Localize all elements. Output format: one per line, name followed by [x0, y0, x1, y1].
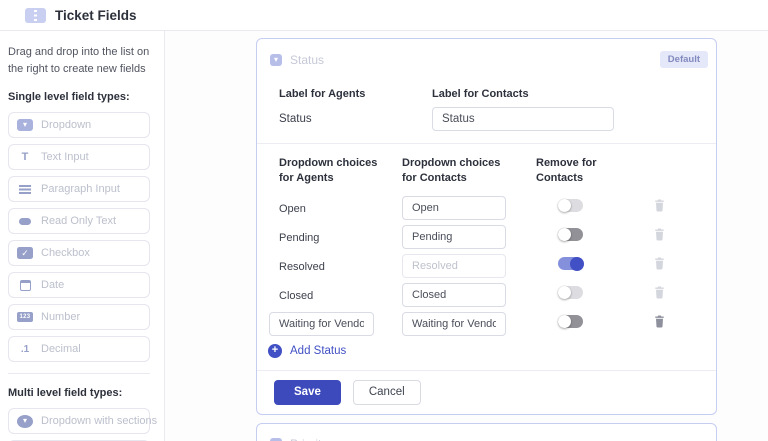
remove-toggle[interactable]	[558, 256, 584, 271]
checkbox-icon	[17, 247, 33, 259]
label-for-agents-heading: Label for Agents	[279, 88, 366, 100]
field-type-label: Dropdown	[41, 119, 92, 131]
priority-field-card: Priority	[256, 422, 717, 441]
single-level-list: Dropdown Text Input Paragraph Input Read…	[8, 112, 150, 362]
dropdown-icon	[17, 119, 33, 131]
plus-icon	[268, 343, 282, 358]
field-type-item[interactable]: Text Input	[8, 144, 150, 170]
agent-choice-label: Open	[279, 203, 306, 216]
add-status-button[interactable]: Add Status	[268, 343, 694, 358]
remove-column-header: Remove for Contacts	[536, 157, 597, 184]
field-type-item[interactable]: Dropdown	[8, 112, 150, 138]
remove-toggle[interactable]	[558, 228, 583, 242]
contact-choice-input[interactable]	[402, 312, 506, 337]
save-button[interactable]: Save	[274, 379, 341, 405]
card-footer: Save Cancel	[257, 369, 716, 414]
remove-toggle[interactable]	[558, 199, 583, 213]
dropdown-sections-icon	[17, 414, 33, 428]
choices-column-headers: Dropdown choices for Agents Dropdown cho…	[279, 156, 694, 186]
drag-drop-hint: Drag and drop into the list on the right…	[8, 46, 150, 75]
field-type-item[interactable]: Paragraph Input	[8, 176, 150, 202]
field-type-label: Number	[41, 311, 81, 323]
field-type-item[interactable]: Dropdown with sections	[8, 408, 172, 434]
field-type-label: Date	[41, 279, 65, 291]
single-level-heading: Single level field types:	[8, 91, 130, 103]
remove-toggle[interactable]	[558, 286, 583, 300]
contact-choice-input[interactable]	[402, 283, 506, 308]
status-field-card: Status Default Label for Agents Status L…	[256, 38, 717, 415]
trash-icon[interactable]	[654, 199, 665, 212]
status-choice-row	[269, 310, 694, 339]
field-type-item[interactable]: Decimal	[8, 336, 150, 362]
text-input-icon	[17, 150, 33, 164]
field-type-label: Text Input	[41, 151, 89, 163]
status-choice-row: Pending	[279, 223, 694, 252]
label-for-contacts-heading: Label for Contacts	[432, 88, 529, 100]
field-type-item[interactable]: Checkbox	[8, 240, 150, 266]
agent-choice-input[interactable]	[269, 312, 374, 337]
read-only-icon	[17, 214, 33, 228]
status-card-header[interactable]: Status Default	[257, 39, 716, 68]
agent-choice-label: Resolved	[279, 261, 325, 274]
cancel-button[interactable]: Cancel	[352, 379, 421, 405]
field-type-label: Read Only Text	[41, 215, 117, 227]
dropdown-field-icon	[270, 53, 282, 66]
agent-label-value: Status	[279, 113, 312, 125]
calendar-icon	[17, 278, 33, 292]
label-section: Label for Agents Status Label for Contac…	[257, 68, 716, 143]
default-badge: Default	[659, 51, 708, 68]
contact-choice-input[interactable]	[402, 225, 506, 250]
priority-card-header[interactable]: Priority	[257, 424, 716, 441]
trash-icon[interactable]	[654, 286, 665, 299]
page-header: Ticket Fields	[0, 0, 768, 31]
ticket-icon	[25, 7, 46, 23]
field-type-item[interactable]: Date	[8, 272, 150, 298]
add-status-label: Add Status	[290, 344, 347, 357]
status-choice-row: Closed	[279, 281, 694, 310]
label-for-contacts-input[interactable]	[432, 107, 614, 131]
field-type-item[interactable]: Number	[8, 304, 150, 330]
contact-choice-input[interactable]	[402, 196, 506, 221]
choices-section: Dropdown choices for Agents Dropdown cho…	[257, 144, 716, 358]
agent-choice-label: Pending	[279, 232, 320, 245]
number-icon	[17, 312, 33, 322]
agents-column-header: Dropdown choices for Agents	[279, 157, 378, 184]
choices-list: Open Pending Resolved	[269, 194, 694, 339]
contacts-column-header: Dropdown choices for Contacts	[402, 157, 501, 184]
field-type-label: Decimal	[41, 343, 81, 355]
field-types-sidebar: Drag and drop into the list on the right…	[0, 31, 172, 441]
trash-icon[interactable]	[654, 315, 665, 328]
priority-card-title: Priority	[290, 437, 327, 441]
multi-level-list: Dropdown with sections Nested Dropdowns	[8, 408, 172, 441]
contact-choice-input[interactable]	[402, 254, 506, 279]
paragraph-icon	[17, 182, 33, 196]
field-type-item[interactable]: Read Only Text	[8, 208, 150, 234]
field-type-label: Paragraph Input	[41, 183, 120, 195]
ticket-fields-page: Ticket Fields Drag and drop into the lis…	[0, 0, 768, 441]
status-choice-row: Resolved	[279, 252, 694, 281]
decimal-icon	[17, 342, 33, 356]
remove-toggle[interactable]	[558, 315, 583, 329]
sidebar-divider	[8, 373, 150, 374]
fields-editor-area: Status Default Label for Agents Status L…	[165, 31, 768, 441]
page-title: Ticket Fields	[55, 7, 137, 23]
status-choice-row: Open	[279, 194, 694, 223]
status-card-title: Status	[290, 52, 325, 67]
trash-icon[interactable]	[654, 228, 665, 241]
trash-icon[interactable]	[654, 257, 665, 270]
field-type-label: Dropdown with sections	[41, 415, 158, 427]
multi-level-heading: Multi level field types:	[8, 387, 123, 399]
field-type-label: Checkbox	[41, 247, 90, 259]
agent-choice-label: Closed	[279, 290, 314, 303]
